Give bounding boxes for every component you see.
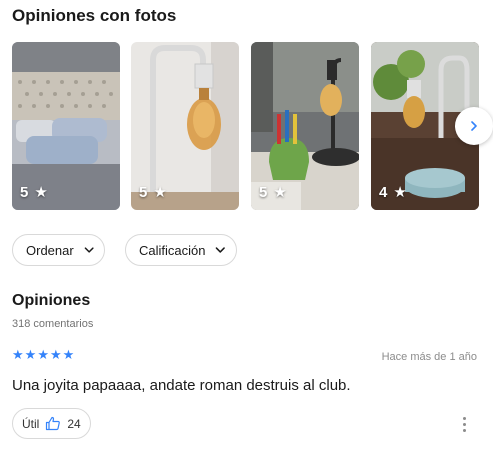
review-date: Hace más de 1 año xyxy=(381,351,477,363)
photo-rating: 5 ★ xyxy=(20,183,48,202)
photo-rating-value: 4 xyxy=(379,183,388,201)
thumbs-up-icon xyxy=(46,416,61,431)
star-icon: ★ xyxy=(49,347,62,362)
chevron-right-icon xyxy=(471,121,477,131)
star-icon: ★ xyxy=(273,184,287,201)
chevron-down-icon xyxy=(84,247,94,253)
sort-dropdown-label: Ordenar xyxy=(26,242,74,258)
more-dot xyxy=(462,428,466,432)
photo-rating: 4 ★ xyxy=(379,183,407,202)
star-icon: ★ xyxy=(153,184,167,201)
star-icon: ★ xyxy=(12,347,24,362)
more-dot xyxy=(462,422,466,426)
review-more-options-button[interactable] xyxy=(455,413,473,435)
reviews-count: 318 comentarios xyxy=(12,318,94,330)
helpful-button[interactable]: Útil 24 xyxy=(12,408,91,439)
carousel-next-button[interactable] xyxy=(455,107,493,145)
review-photo-3[interactable]: 5 ★ xyxy=(251,42,359,210)
helpful-count: 24 xyxy=(67,416,81,431)
review-text: Una joyita papaaaa, andate roman destrui… xyxy=(12,377,351,394)
photos-section-title: Opiniones con fotos xyxy=(12,6,177,25)
more-dot xyxy=(462,416,466,420)
rating-filter-label: Calificación xyxy=(139,242,206,258)
helpful-label: Útil xyxy=(22,416,40,431)
sort-dropdown[interactable]: Ordenar xyxy=(12,234,105,266)
photo-rating-value: 5 xyxy=(139,183,148,201)
rating-filter-dropdown[interactable]: Calificación xyxy=(125,234,237,266)
photo-rating-value: 5 xyxy=(259,183,268,201)
star-icon: ★ xyxy=(34,184,48,201)
review-photo-1[interactable]: 5 ★ xyxy=(12,42,120,210)
photo-rating: 5 ★ xyxy=(139,183,167,202)
star-icon: ★ xyxy=(24,347,37,362)
reviews-title: Opiniones xyxy=(12,292,91,309)
review-stars: ★ ★ ★ ★ ★ xyxy=(12,348,74,362)
review-photo-2[interactable]: 5 ★ xyxy=(131,42,239,210)
star-icon: ★ xyxy=(62,347,75,362)
chevron-down-icon xyxy=(216,247,226,253)
photo-rating: 5 ★ xyxy=(259,183,287,202)
star-icon: ★ xyxy=(37,347,49,362)
star-icon: ★ xyxy=(393,184,407,201)
photo-rating-value: 5 xyxy=(20,183,29,201)
